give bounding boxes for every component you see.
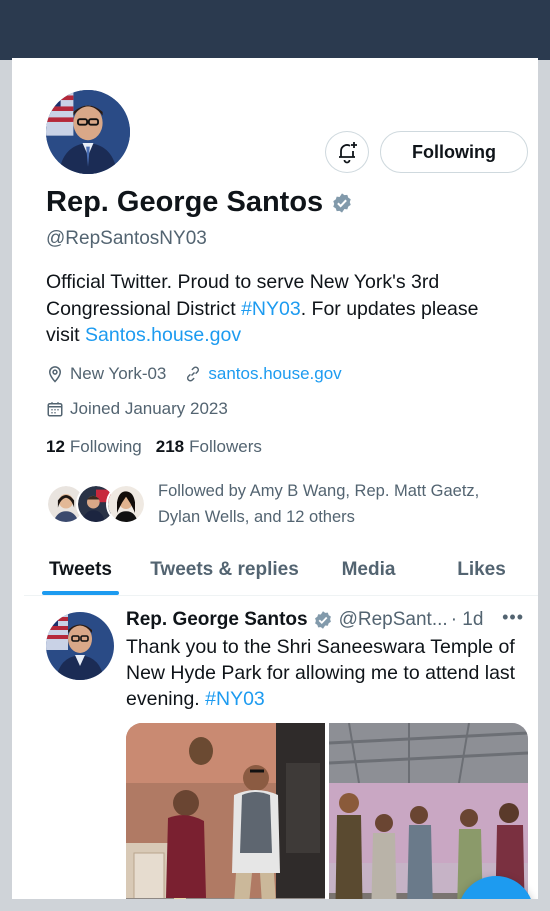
tweet-photo-1[interactable] [126, 723, 325, 899]
bio-website-link[interactable]: Santos.house.gov [85, 324, 241, 346]
tweet-author-handle: @RepSant... [338, 609, 448, 630]
profile-display-name: Rep. George Santos [46, 186, 324, 218]
tweet-text: Thank you to the Shri Saneeswara Temple … [126, 634, 534, 712]
tab-media[interactable]: Media [312, 544, 425, 595]
tweet-photo-2-image [329, 723, 528, 899]
tweet-media[interactable] [126, 723, 528, 899]
website-item[interactable]: santos.house.gov [184, 364, 342, 384]
profile-avatar[interactable] [42, 86, 134, 178]
followers-count: 218 [155, 437, 185, 456]
profile-card: Following Rep. George Santos @RepSantosN… [12, 58, 538, 899]
location-pin-icon [48, 366, 62, 383]
app-background-bottom [0, 899, 550, 911]
tweet-verified-badge-icon [314, 611, 331, 629]
calendar-icon [47, 402, 63, 417]
following-count: 12 [46, 437, 65, 456]
tweet-author-avatar-image [46, 612, 114, 680]
tweet-author-name[interactable]: Rep. George Santos [126, 609, 308, 631]
location-text: New York-03 [70, 364, 167, 383]
joined-row: Joined January 2023 [46, 399, 246, 419]
following-count-label: Following [69, 437, 142, 456]
tab-tweets-and-replies[interactable]: Tweets & replies [137, 544, 312, 595]
link-icon [187, 366, 200, 382]
profile-meta-row: New York-03 santos.house.gov [46, 364, 360, 384]
followed-by-avatars [46, 484, 146, 532]
profile-avatar-image [46, 90, 130, 174]
follower-avatar-3 [106, 484, 146, 524]
tweet-author-avatar[interactable] [46, 612, 114, 680]
followed-by-row[interactable]: Followed by Amy B Wang, Rep. Matt Gaetz,… [46, 478, 508, 532]
notifications-button[interactable] [325, 131, 369, 173]
tweet-header: Rep. George Santos @RepSant... · 1d ••• [126, 607, 536, 631]
website-link[interactable]: santos.house.gov [208, 364, 341, 384]
profile-tabs: Tweets Tweets & replies Media Likes [24, 544, 538, 596]
followed-by-text: Followed by Amy B Wang, Rep. Matt Gaetz,… [158, 482, 480, 526]
tweet-more-icon[interactable]: ••• [502, 607, 524, 628]
following-button[interactable]: Following [380, 131, 528, 173]
location-item: New York-03 [46, 364, 166, 384]
bio-hashtag-link[interactable]: #NY03 [241, 298, 301, 320]
tweet-body: Thank you to the Shri Saneeswara Temple … [126, 636, 516, 710]
tweet-hashtag-link[interactable]: #NY03 [205, 688, 265, 710]
follow-counts: 12 Following 218 Followers [46, 437, 276, 457]
profile-name-row: Rep. George Santos [46, 186, 353, 219]
tab-likes[interactable]: Likes [425, 544, 538, 595]
tweet-photo-2[interactable] [329, 723, 528, 899]
verified-badge-icon [333, 192, 351, 213]
followers-count-link[interactable]: 218 Followers [156, 437, 262, 457]
followers-count-label: Followers [189, 437, 262, 456]
profile-bio: Official Twitter. Proud to serve New Yor… [46, 269, 516, 349]
tweet-photo-1-image [126, 723, 325, 899]
tweet-timestamp[interactable]: · 1d [451, 609, 484, 631]
following-count-link[interactable]: 12 Following [46, 437, 142, 457]
profile-handle: @RepSantosNY03 [46, 228, 207, 249]
app-background-right [538, 60, 550, 911]
joined-text: Joined January 2023 [70, 399, 228, 418]
joined-item: Joined January 2023 [46, 399, 228, 419]
app-background-left [0, 60, 12, 911]
bell-plus-icon [339, 142, 357, 164]
tab-tweets[interactable]: Tweets [24, 544, 137, 595]
app-background-top [0, 0, 550, 60]
